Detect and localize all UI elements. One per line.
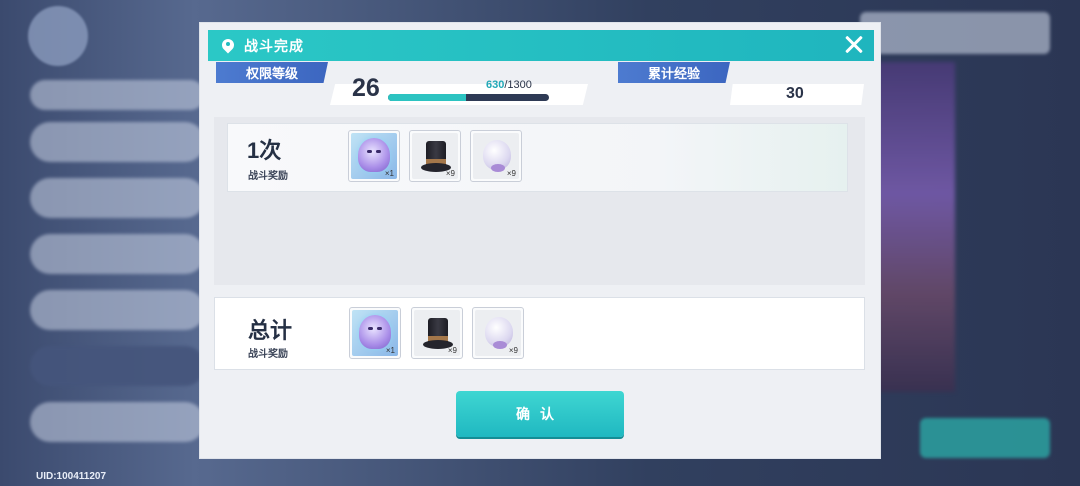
white-ghost-icon — [485, 317, 513, 349]
background-menu-bar — [30, 346, 205, 386]
total-reward-item[interactable]: ×1 — [349, 307, 401, 359]
total-label: 总计 — [248, 318, 293, 343]
confirm-button[interactable]: 确认 — [456, 391, 624, 437]
level-label-tag: 权限等级 — [216, 62, 328, 83]
item-quantity: ×9 — [447, 346, 457, 355]
item-quantity: ×9 — [506, 169, 516, 178]
total-reward-panel — [214, 297, 865, 370]
background-menu-bar — [30, 402, 205, 442]
location-pin-icon — [222, 39, 234, 53]
exp-progress-fill — [388, 94, 467, 101]
item-quantity: ×9 — [508, 346, 518, 355]
purple-ghost-icon — [358, 138, 390, 172]
reward-item[interactable]: ×9 — [409, 130, 461, 182]
exp-progress-bar — [388, 94, 549, 101]
background-menu-bar — [30, 122, 205, 162]
reward-item[interactable]: ×9 — [470, 130, 522, 182]
background-menu-bar — [30, 234, 205, 274]
background-menu-bar — [30, 178, 205, 218]
battle-reward-sublabel: 战斗奖励 — [248, 171, 288, 182]
dialog-title-bar: 战斗完成 — [208, 30, 874, 61]
level-value: 26 — [352, 74, 380, 102]
background-top-right-panel — [860, 12, 1050, 54]
total-reward-sublabel: 战斗奖励 — [248, 349, 288, 360]
item-quantity: ×9 — [445, 169, 455, 178]
item-quantity: ×1 — [384, 169, 394, 178]
background-menu-bar — [30, 80, 205, 110]
battle-count-label: 1次 — [247, 138, 282, 163]
total-reward-item[interactable]: ×9 — [472, 307, 524, 359]
purple-ghost-icon — [359, 315, 391, 349]
background-teal-button — [920, 418, 1050, 458]
total-exp-value: 30 — [786, 85, 804, 102]
exp-max: /1300 — [504, 79, 532, 91]
reward-item[interactable]: ×1 — [348, 130, 400, 182]
exp-current: 630 — [486, 79, 505, 91]
exp-progress-text: 630/1300 — [486, 79, 532, 91]
background-avatar — [28, 6, 88, 66]
total-reward-item[interactable]: ×9 — [411, 307, 463, 359]
background-artwork — [875, 62, 955, 392]
close-icon[interactable] — [842, 33, 866, 57]
white-ghost-icon — [483, 140, 511, 172]
item-quantity: ×1 — [385, 346, 395, 355]
uid-label: UID:100411207 — [36, 471, 107, 482]
background-menu-bar — [30, 290, 205, 330]
total-exp-label-tag: 累计经验 — [618, 62, 730, 83]
dialog-title: 战斗完成 — [244, 37, 304, 54]
battle-reward-row — [227, 123, 848, 192]
